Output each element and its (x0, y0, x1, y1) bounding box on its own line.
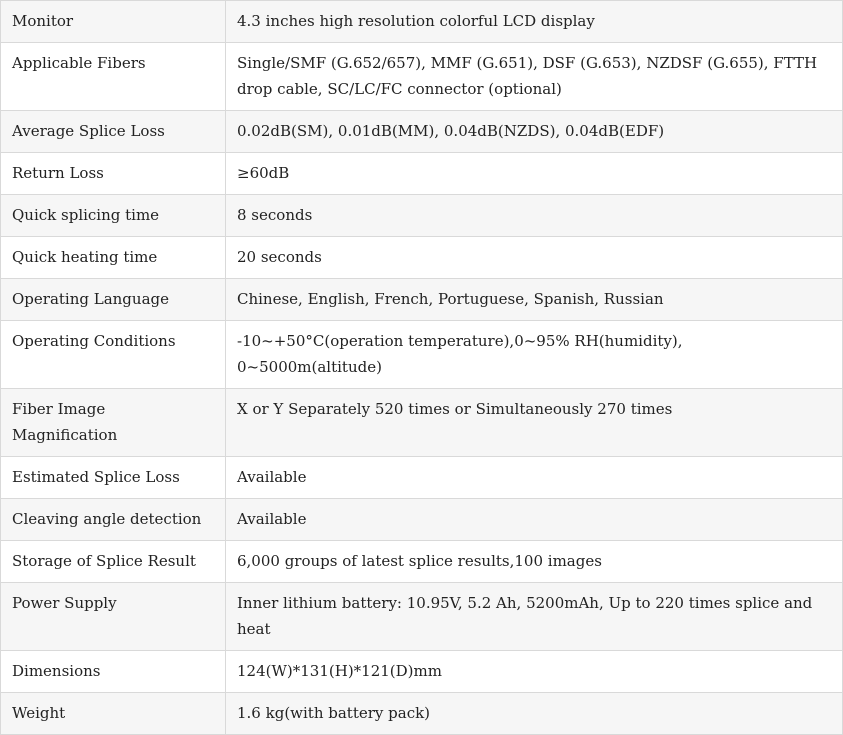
spec-label: Quick splicing time (0, 194, 226, 237)
spec-value: 124(W)*131(H)*121(D)mm (225, 650, 843, 693)
spec-label: Monitor (0, 0, 226, 43)
table-row: Storage of Splice Result 6,000 groups of… (0, 540, 843, 583)
spec-value: Available (225, 498, 843, 541)
table-row: Estimated Splice Loss Available (0, 456, 843, 499)
spec-label: Operating Conditions (0, 320, 226, 389)
spec-label: Dimensions (0, 650, 226, 693)
spec-label: Estimated Splice Loss (0, 456, 226, 499)
spec-value: ≥60dB (225, 152, 843, 195)
spec-label: Power Supply (0, 582, 226, 651)
spec-value: 6,000 groups of latest splice results,10… (225, 540, 843, 583)
spec-label: Cleaving angle detection (0, 498, 226, 541)
spec-label: Quick heating time (0, 236, 226, 279)
table-row: Power Supply Inner lithium battery: 10.9… (0, 582, 843, 651)
spec-value: Single/SMF (G.652/657), MMF (G.651), DSF… (225, 42, 843, 111)
spec-value: 4.3 inches high resolution colorful LCD … (225, 0, 843, 43)
spec-value: 0.02dB(SM), 0.01dB(MM), 0.04dB(NZDS), 0.… (225, 110, 843, 153)
table-row: Operating Language Chinese, English, Fre… (0, 278, 843, 321)
table-row: Dimensions 124(W)*131(H)*121(D)mm (0, 650, 843, 693)
spec-label: Applicable Fibers (0, 42, 226, 111)
spec-value: X or Y Separately 520 times or Simultane… (225, 388, 843, 457)
spec-value: 8 seconds (225, 194, 843, 237)
spec-label: Operating Language (0, 278, 226, 321)
spec-value: Available (225, 456, 843, 499)
table-row: Average Splice Loss 0.02dB(SM), 0.01dB(M… (0, 110, 843, 153)
table-row: Fiber Image Magnification X or Y Separat… (0, 388, 843, 457)
spec-table: Monitor 4.3 inches high resolution color… (0, 0, 843, 735)
spec-value: 20 seconds (225, 236, 843, 279)
table-row: Return Loss ≥60dB (0, 152, 843, 195)
spec-label: Weight (0, 692, 226, 735)
table-row: Applicable Fibers Single/SMF (G.652/657)… (0, 42, 843, 111)
table-row: Quick heating time 20 seconds (0, 236, 843, 279)
table-row: Cleaving angle detection Available (0, 498, 843, 541)
spec-table-body: Monitor 4.3 inches high resolution color… (0, 0, 843, 735)
spec-label: Storage of Splice Result (0, 540, 226, 583)
table-row: Quick splicing time 8 seconds (0, 194, 843, 237)
spec-value: -10~+50°C(operation temperature),0~95% R… (225, 320, 843, 389)
table-row: Monitor 4.3 inches high resolution color… (0, 0, 843, 43)
spec-label: Average Splice Loss (0, 110, 226, 153)
table-row: Operating Conditions -10~+50°C(operation… (0, 320, 843, 389)
spec-value: Chinese, English, French, Portuguese, Sp… (225, 278, 843, 321)
spec-value: 1.6 kg(with battery pack) (225, 692, 843, 735)
spec-label: Return Loss (0, 152, 226, 195)
table-row: Weight 1.6 kg(with battery pack) (0, 692, 843, 735)
spec-value: Inner lithium battery: 10.95V, 5.2 Ah, 5… (225, 582, 843, 651)
spec-label: Fiber Image Magnification (0, 388, 226, 457)
